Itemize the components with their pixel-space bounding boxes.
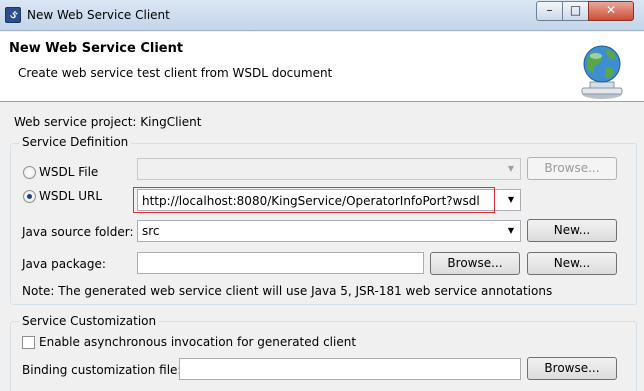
wsdl-file-browse-button[interactable]: Browse... [527, 157, 617, 180]
service-customization-label: Service Customization [19, 314, 160, 328]
project-value: KingClient [140, 115, 202, 129]
binding-file-input[interactable] [179, 358, 521, 380]
web-service-project-label: Web service project: KingClient [14, 115, 201, 129]
java-source-folder-new-button[interactable]: New... [527, 219, 617, 242]
maximize-button[interactable]: □ [562, 1, 588, 21]
window-title: New Web Service Client [27, 8, 170, 22]
chevron-down-icon: ▼ [507, 164, 515, 173]
window-titlebar: ઙ New Web Service Client – □ ✕ [0, 0, 644, 31]
chevron-down-icon[interactable]: ▼ [502, 190, 520, 210]
wizard-title: New Web Service Client [9, 41, 184, 56]
eclipse-app-icon: ઙ [5, 7, 21, 23]
java-source-folder-label: Java source folder: [22, 225, 134, 239]
async-invocation-label[interactable]: Enable asynchronous invocation for gener… [39, 335, 356, 349]
wsdl-url-radio[interactable] [23, 190, 36, 203]
async-invocation-checkbox[interactable] [22, 336, 35, 349]
service-definition-label: Service Definition [19, 135, 132, 149]
java-package-new-button[interactable]: New... [527, 252, 617, 275]
wsdl-file-label: WSDL File [39, 165, 99, 179]
binding-file-browse-button[interactable]: Browse... [527, 357, 617, 380]
wizard-header: New Web Service Client Create web servic… [0, 32, 644, 102]
java-package-browse-button[interactable]: Browse... [430, 252, 520, 275]
java-package-label: Java package: [22, 257, 106, 271]
wsdl-file-combo[interactable]: ▼ [137, 158, 521, 180]
globe-web-service-icon [581, 45, 623, 99]
wsdl-file-radio[interactable] [23, 166, 36, 179]
wsdl-url-label: WSDL URL [39, 189, 103, 203]
service-customization-group [10, 321, 637, 391]
wsdl-url-highlight [133, 187, 495, 213]
java-source-folder-value: src [142, 224, 160, 238]
project-label: Web service project: [14, 115, 137, 129]
wizard-description: Create web service test client from WSDL… [18, 66, 333, 80]
close-button[interactable]: ✕ [588, 1, 634, 21]
minimize-button[interactable]: – [536, 1, 562, 21]
java-source-folder-combo[interactable]: src ▼ [137, 220, 521, 242]
chevron-down-icon[interactable]: ▼ [502, 221, 520, 241]
java-package-input[interactable] [137, 252, 424, 274]
generation-note: Note: The generated web service client w… [22, 284, 553, 298]
binding-file-label: Binding customization file: [22, 363, 182, 377]
